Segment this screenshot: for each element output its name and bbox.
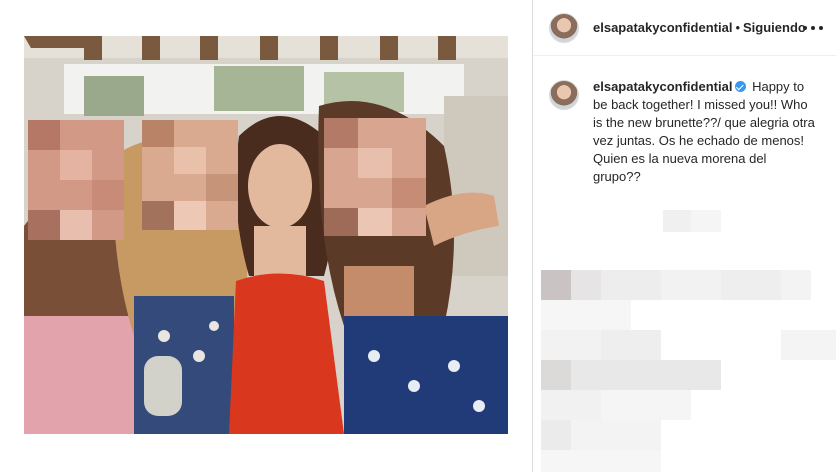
- caption-body: Happy to be back together! I missed you!…: [593, 79, 815, 184]
- caption-avatar[interactable]: [549, 80, 579, 110]
- more-dot: [803, 26, 807, 30]
- post-photo-image: [24, 36, 508, 434]
- more-options-icon[interactable]: [803, 18, 823, 38]
- post-photo[interactable]: [24, 36, 508, 434]
- caption-text: elsapatakyconfidential Happy to be back …: [593, 78, 815, 186]
- separator-dot: •: [735, 20, 741, 35]
- more-dot: [811, 26, 815, 30]
- username-link[interactable]: elsapatakyconfidential: [593, 20, 732, 35]
- follow-status-button[interactable]: Siguiendo: [743, 20, 806, 35]
- header-text: elsapatakyconfidential • Siguiendo: [593, 20, 806, 35]
- caption-username-link[interactable]: elsapatakyconfidential: [593, 79, 732, 94]
- profile-avatar[interactable]: [549, 12, 579, 43]
- post-side-panel: elsapatakyconfidential • Siguiendo elsapat…: [532, 0, 836, 472]
- more-dot: [819, 26, 823, 30]
- media-area: [0, 0, 532, 472]
- post-caption: elsapatakyconfidential Happy to be back …: [533, 78, 836, 186]
- verified-badge-icon: [735, 81, 747, 92]
- post-header: elsapatakyconfidential • Siguiendo: [533, 0, 836, 56]
- instagram-post-view: elsapatakyconfidential • Siguiendo elsapat…: [0, 0, 836, 472]
- pixelated-comments-area: [533, 190, 836, 472]
